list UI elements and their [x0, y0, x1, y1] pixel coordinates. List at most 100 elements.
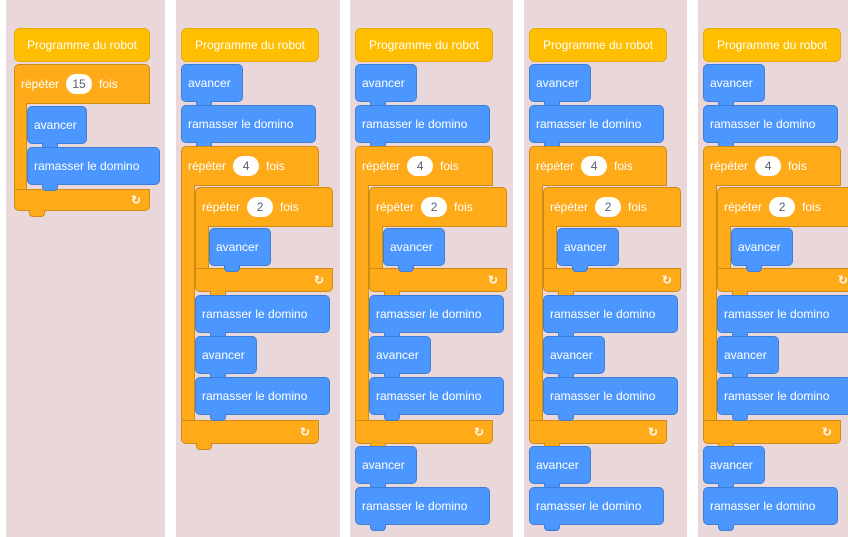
- pick-domino-block[interactable]: ramasser le domino: [355, 487, 490, 531]
- repeat-label: répéter: [710, 159, 749, 173]
- advance-block[interactable]: avancer: [383, 228, 445, 272]
- advance-block[interactable]: avancer: [703, 446, 765, 490]
- loop-arrow-icon: ↻: [299, 425, 310, 439]
- repeat-outer-block[interactable]: répéter 4 fois: [355, 146, 493, 186]
- pick-domino-label: ramasser le domino: [710, 117, 816, 131]
- pick-domino-label: ramasser le domino: [202, 307, 308, 321]
- repeat-inner-block[interactable]: répéter 2 fois: [543, 187, 681, 227]
- pick-domino-block[interactable]: ramasser le domino: [543, 377, 678, 421]
- repeat-arm: [14, 103, 27, 190]
- repeat-label: répéter: [202, 200, 241, 214]
- hat-block[interactable]: Programme du robot: [529, 13, 667, 62]
- advance-label: avancer: [738, 240, 781, 254]
- repeat-block[interactable]: répéter 15 fois: [14, 64, 150, 104]
- advance-label: avancer: [188, 76, 231, 90]
- hat-label: Programme du robot: [194, 38, 306, 52]
- hat-label: Programme du robot: [542, 38, 654, 52]
- repeat-outer-block[interactable]: répéter 4 fois: [529, 146, 667, 186]
- repeat-inner-footer: ↻: [543, 268, 681, 298]
- pick-domino-block[interactable]: ramasser le domino: [703, 105, 838, 149]
- repeat-label: répéter: [362, 159, 401, 173]
- repeat-inner-footer: ↻: [369, 268, 507, 298]
- advance-block[interactable]: avancer: [195, 336, 257, 380]
- repeat-count-input[interactable]: 15: [66, 74, 93, 94]
- repeat-outer-block[interactable]: répéter 4 fois: [703, 146, 841, 186]
- pick-domino-block[interactable]: ramasser le domino: [27, 147, 160, 191]
- pick-domino-block[interactable]: ramasser le domino: [529, 105, 664, 149]
- repeat-inner-block[interactable]: répéter 2 fois: [195, 187, 333, 227]
- advance-block[interactable]: avancer: [731, 228, 793, 272]
- pick-domino-label: ramasser le domino: [536, 499, 642, 513]
- pick-domino-block[interactable]: ramasser le domino: [703, 487, 838, 531]
- pick-domino-block[interactable]: ramasser le domino: [717, 295, 848, 339]
- advance-label: avancer: [362, 458, 405, 472]
- advance-block[interactable]: avancer: [209, 228, 271, 272]
- advance-label: avancer: [202, 348, 245, 362]
- repeat-inner-arm: [369, 226, 383, 269]
- pick-domino-block[interactable]: ramasser le domino: [195, 295, 330, 339]
- program-panel-5: Programme du robot avancer ramasser le d…: [698, 0, 848, 537]
- loop-arrow-icon: ↻: [130, 193, 141, 207]
- repeat-count-input[interactable]: 4: [581, 156, 608, 176]
- repeat-inner-block[interactable]: répéter 2 fois: [369, 187, 507, 227]
- loop-arrow-icon: ↻: [313, 273, 324, 287]
- repeat-outer-block[interactable]: répéter 4 fois: [181, 146, 319, 186]
- repeat-outer-footer: ↻: [181, 420, 319, 450]
- pick-domino-block[interactable]: ramasser le domino: [369, 377, 504, 421]
- pick-domino-block[interactable]: ramasser le domino: [355, 105, 490, 149]
- repeat-times-label: fois: [614, 159, 633, 173]
- loop-arrow-icon: ↻: [661, 273, 672, 287]
- repeat-outer-footer: ↻: [703, 420, 841, 450]
- repeat-count-input[interactable]: 2: [595, 197, 622, 217]
- advance-block[interactable]: avancer: [557, 228, 619, 272]
- repeat-count-input[interactable]: 4: [233, 156, 260, 176]
- advance-label: avancer: [536, 76, 579, 90]
- pick-domino-label: ramasser le domino: [376, 389, 482, 403]
- repeat-inner-arm: [543, 226, 557, 269]
- advance-label: avancer: [376, 348, 419, 362]
- loop-arrow-icon: ↻: [473, 425, 484, 439]
- advance-block[interactable]: avancer: [355, 64, 417, 108]
- hat-block[interactable]: Programme du robot: [355, 13, 493, 62]
- advance-label: avancer: [710, 76, 753, 90]
- program-panel-4: Programme du robot avancer ramasser le d…: [524, 0, 687, 537]
- hat-label: Programme du robot: [26, 38, 138, 52]
- pick-domino-block[interactable]: ramasser le domino: [717, 377, 848, 421]
- repeat-count-input[interactable]: 4: [407, 156, 434, 176]
- pick-domino-block[interactable]: ramasser le domino: [543, 295, 678, 339]
- repeat-label: répéter: [550, 200, 589, 214]
- repeat-count-input[interactable]: 4: [755, 156, 782, 176]
- pick-domino-label: ramasser le domino: [550, 389, 656, 403]
- advance-label: avancer: [34, 118, 77, 132]
- advance-block[interactable]: avancer: [181, 64, 243, 108]
- program-panel-2: Programme du robot avancer ramasser le d…: [176, 0, 340, 537]
- advance-block[interactable]: avancer: [703, 64, 765, 108]
- advance-block[interactable]: avancer: [529, 446, 591, 490]
- repeat-count-input[interactable]: 2: [769, 197, 796, 217]
- pick-domino-block[interactable]: ramasser le domino: [195, 377, 330, 421]
- hat-label: Programme du robot: [716, 38, 828, 52]
- advance-block[interactable]: avancer: [27, 106, 87, 150]
- loop-arrow-icon: ↻: [647, 425, 658, 439]
- loop-arrow-icon: ↻: [821, 425, 832, 439]
- advance-block[interactable]: avancer: [543, 336, 605, 380]
- advance-block[interactable]: avancer: [529, 64, 591, 108]
- repeat-label: répéter: [536, 159, 575, 173]
- pick-domino-label: ramasser le domino: [550, 307, 656, 321]
- repeat-inner-block[interactable]: répéter 2 fois: [717, 187, 848, 227]
- repeat-outer-footer: ↻: [529, 420, 667, 450]
- repeat-count-input[interactable]: 2: [421, 197, 448, 217]
- loop-arrow-icon: ↻: [487, 273, 498, 287]
- hat-block[interactable]: Programme du robot: [14, 13, 150, 62]
- advance-label: avancer: [564, 240, 607, 254]
- pick-domino-block[interactable]: ramasser le domino: [181, 105, 316, 149]
- repeat-count-input[interactable]: 2: [247, 197, 274, 217]
- pick-domino-block[interactable]: ramasser le domino: [369, 295, 504, 339]
- advance-block[interactable]: avancer: [717, 336, 779, 380]
- hat-block[interactable]: Programme du robot: [181, 13, 319, 62]
- hat-block[interactable]: Programme du robot: [703, 13, 841, 62]
- repeat-label: répéter: [376, 200, 415, 214]
- advance-block[interactable]: avancer: [355, 446, 417, 490]
- pick-domino-block[interactable]: ramasser le domino: [529, 487, 664, 531]
- advance-block[interactable]: avancer: [369, 336, 431, 380]
